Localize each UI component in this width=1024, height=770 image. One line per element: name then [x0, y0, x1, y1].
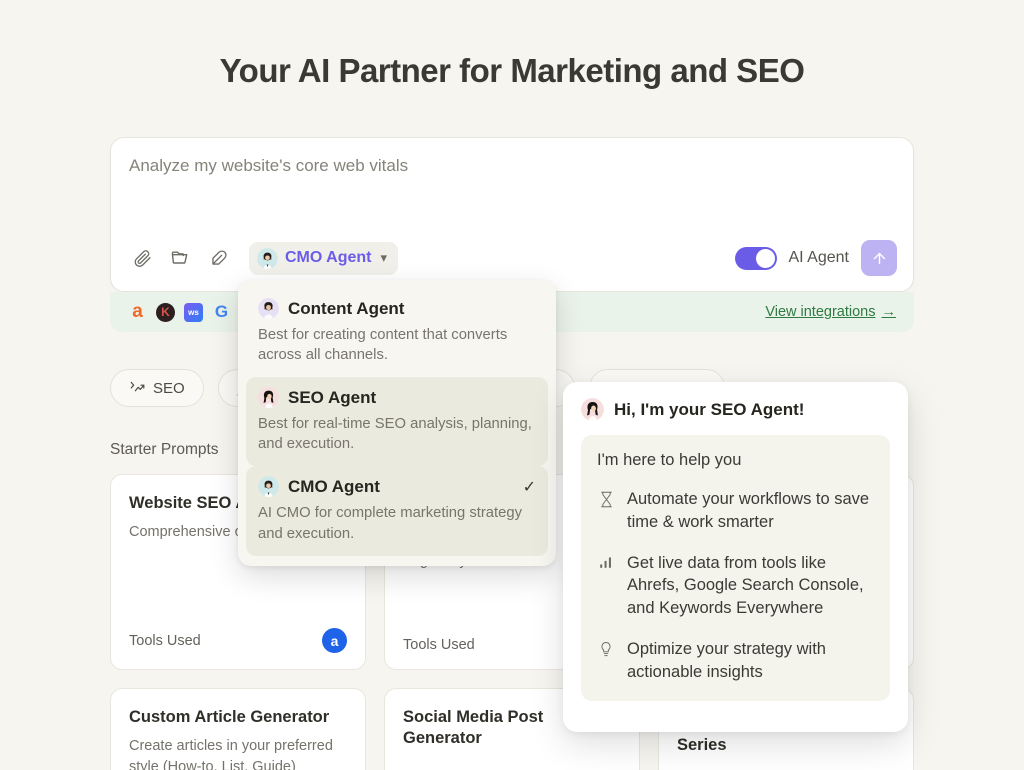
composer[interactable]: Analyze my website's core web vitals CMO…	[110, 137, 914, 292]
agent-menu-item-header: SEO Agent	[258, 387, 536, 409]
seo-feature-automate: Automate your workflows to save time & w…	[597, 488, 874, 534]
ahrefs-icon: a	[322, 628, 347, 653]
arrow-right-icon: →	[881, 304, 897, 320]
checkmark-icon: ✓	[522, 478, 536, 496]
seo-agent-popover-body: I'm here to help you Automate your workf…	[581, 435, 890, 702]
card-title: Series	[677, 736, 727, 754]
seo-agent-popover: Hi, I'm your SEO Agent! I'm here to help…	[563, 382, 908, 732]
ahrefs-icon: a	[132, 301, 143, 322]
seo-agent-avatar	[581, 398, 604, 421]
composer-toolbar-right: AI Agent	[734, 240, 897, 276]
agent-menu-item-content[interactable]: Content Agent Best for creating content …	[246, 288, 548, 377]
ws-icon: ws	[184, 302, 203, 322]
hourglass-icon	[597, 488, 615, 534]
agent-selector-pill[interactable]: CMO Agent ▾	[249, 241, 399, 275]
pill-seo[interactable]: SEO	[110, 369, 204, 407]
seo-feature-text: Get live data from tools like Ahrefs, Go…	[627, 553, 864, 618]
agent-menu-item-name: CMO Agent	[288, 476, 380, 496]
card-title: Custom Article Generator	[129, 708, 330, 726]
agent-menu-item-name: Content Agent	[288, 298, 405, 318]
composer-toolbar: CMO Agent ▾ AI Agent	[111, 239, 913, 277]
ai-agent-toggle-label: AI Agent	[788, 249, 850, 266]
pill-seo-label: SEO	[153, 379, 185, 397]
agent-menu-item-name: SEO Agent	[288, 387, 377, 407]
agent-menu-item-cmo[interactable]: CMO Agent ✓ AI CMO for complete marketin…	[246, 466, 548, 556]
agent-menu-item-desc: Best for real-time SEO analysis, plannin…	[258, 416, 532, 453]
seo-feature-text: Optimize your strategy with actionable i…	[627, 639, 826, 681]
agent-dropdown-menu[interactable]: Content Agent Best for creating content …	[238, 280, 556, 566]
view-integrations-link[interactable]: View integrations →	[765, 304, 896, 320]
seo-feature-text: Automate your workflows to save time & w…	[627, 490, 870, 531]
folder-icon[interactable]	[165, 243, 195, 273]
chevron-down-icon: ▾	[380, 250, 388, 265]
seo-feature-optimize: Optimize your strategy with actionable i…	[597, 638, 874, 684]
integration-icons: a K ws G	[128, 301, 231, 322]
send-button[interactable]	[861, 240, 897, 276]
page-title: Your AI Partner for Marketing and SEO	[219, 52, 805, 89]
agent-menu-item-header: Content Agent	[258, 298, 536, 319]
card-tools-label: Tools Used	[129, 632, 201, 649]
google-icon: G	[214, 302, 229, 321]
seo-agent-avatar	[258, 387, 279, 409]
card-custom-article-generator[interactable]: Custom Article Generator Create articles…	[110, 688, 366, 770]
cmo-agent-avatar	[258, 476, 279, 498]
feather-icon[interactable]	[203, 243, 233, 273]
card-description: Create articles in your preferred style …	[129, 738, 333, 770]
lightbulb-icon	[597, 638, 615, 684]
seo-agent-intro: I'm here to help you	[597, 451, 742, 469]
seo-feature-live-data: Get live data from tools like Ahrefs, Go…	[597, 552, 874, 620]
agent-menu-item-seo[interactable]: SEO Agent Best for real-time SEO analysi…	[246, 377, 548, 467]
card-footer: Tools Used a	[129, 628, 347, 653]
seo-agent-popover-header: Hi, I'm your SEO Agent!	[581, 398, 890, 421]
content-agent-avatar	[258, 298, 279, 319]
agent-menu-item-header: CMO Agent ✓	[258, 476, 536, 498]
seo-agent-popover-title: Hi, I'm your SEO Agent!	[614, 399, 805, 419]
attach-icon[interactable]	[127, 243, 157, 273]
ai-agent-toggle[interactable]	[734, 246, 777, 270]
agent-menu-item-desc: AI CMO for complete marketing strategy a…	[258, 505, 522, 542]
prompt-input[interactable]: Analyze my website's core web vitals	[129, 156, 408, 176]
cmo-agent-avatar	[257, 247, 278, 269]
trend-chart-icon	[130, 381, 145, 392]
card-tools-label: Tools Used	[403, 637, 475, 653]
starter-prompts-label: Starter Prompts	[110, 441, 219, 458]
agent-menu-item-desc: Best for creating content that converts …	[258, 327, 508, 364]
view-integrations-label: View integrations	[765, 304, 876, 320]
bar-chart-icon	[597, 552, 615, 620]
k-icon: K	[156, 302, 175, 322]
agent-selector-label: CMO Agent	[285, 249, 372, 266]
